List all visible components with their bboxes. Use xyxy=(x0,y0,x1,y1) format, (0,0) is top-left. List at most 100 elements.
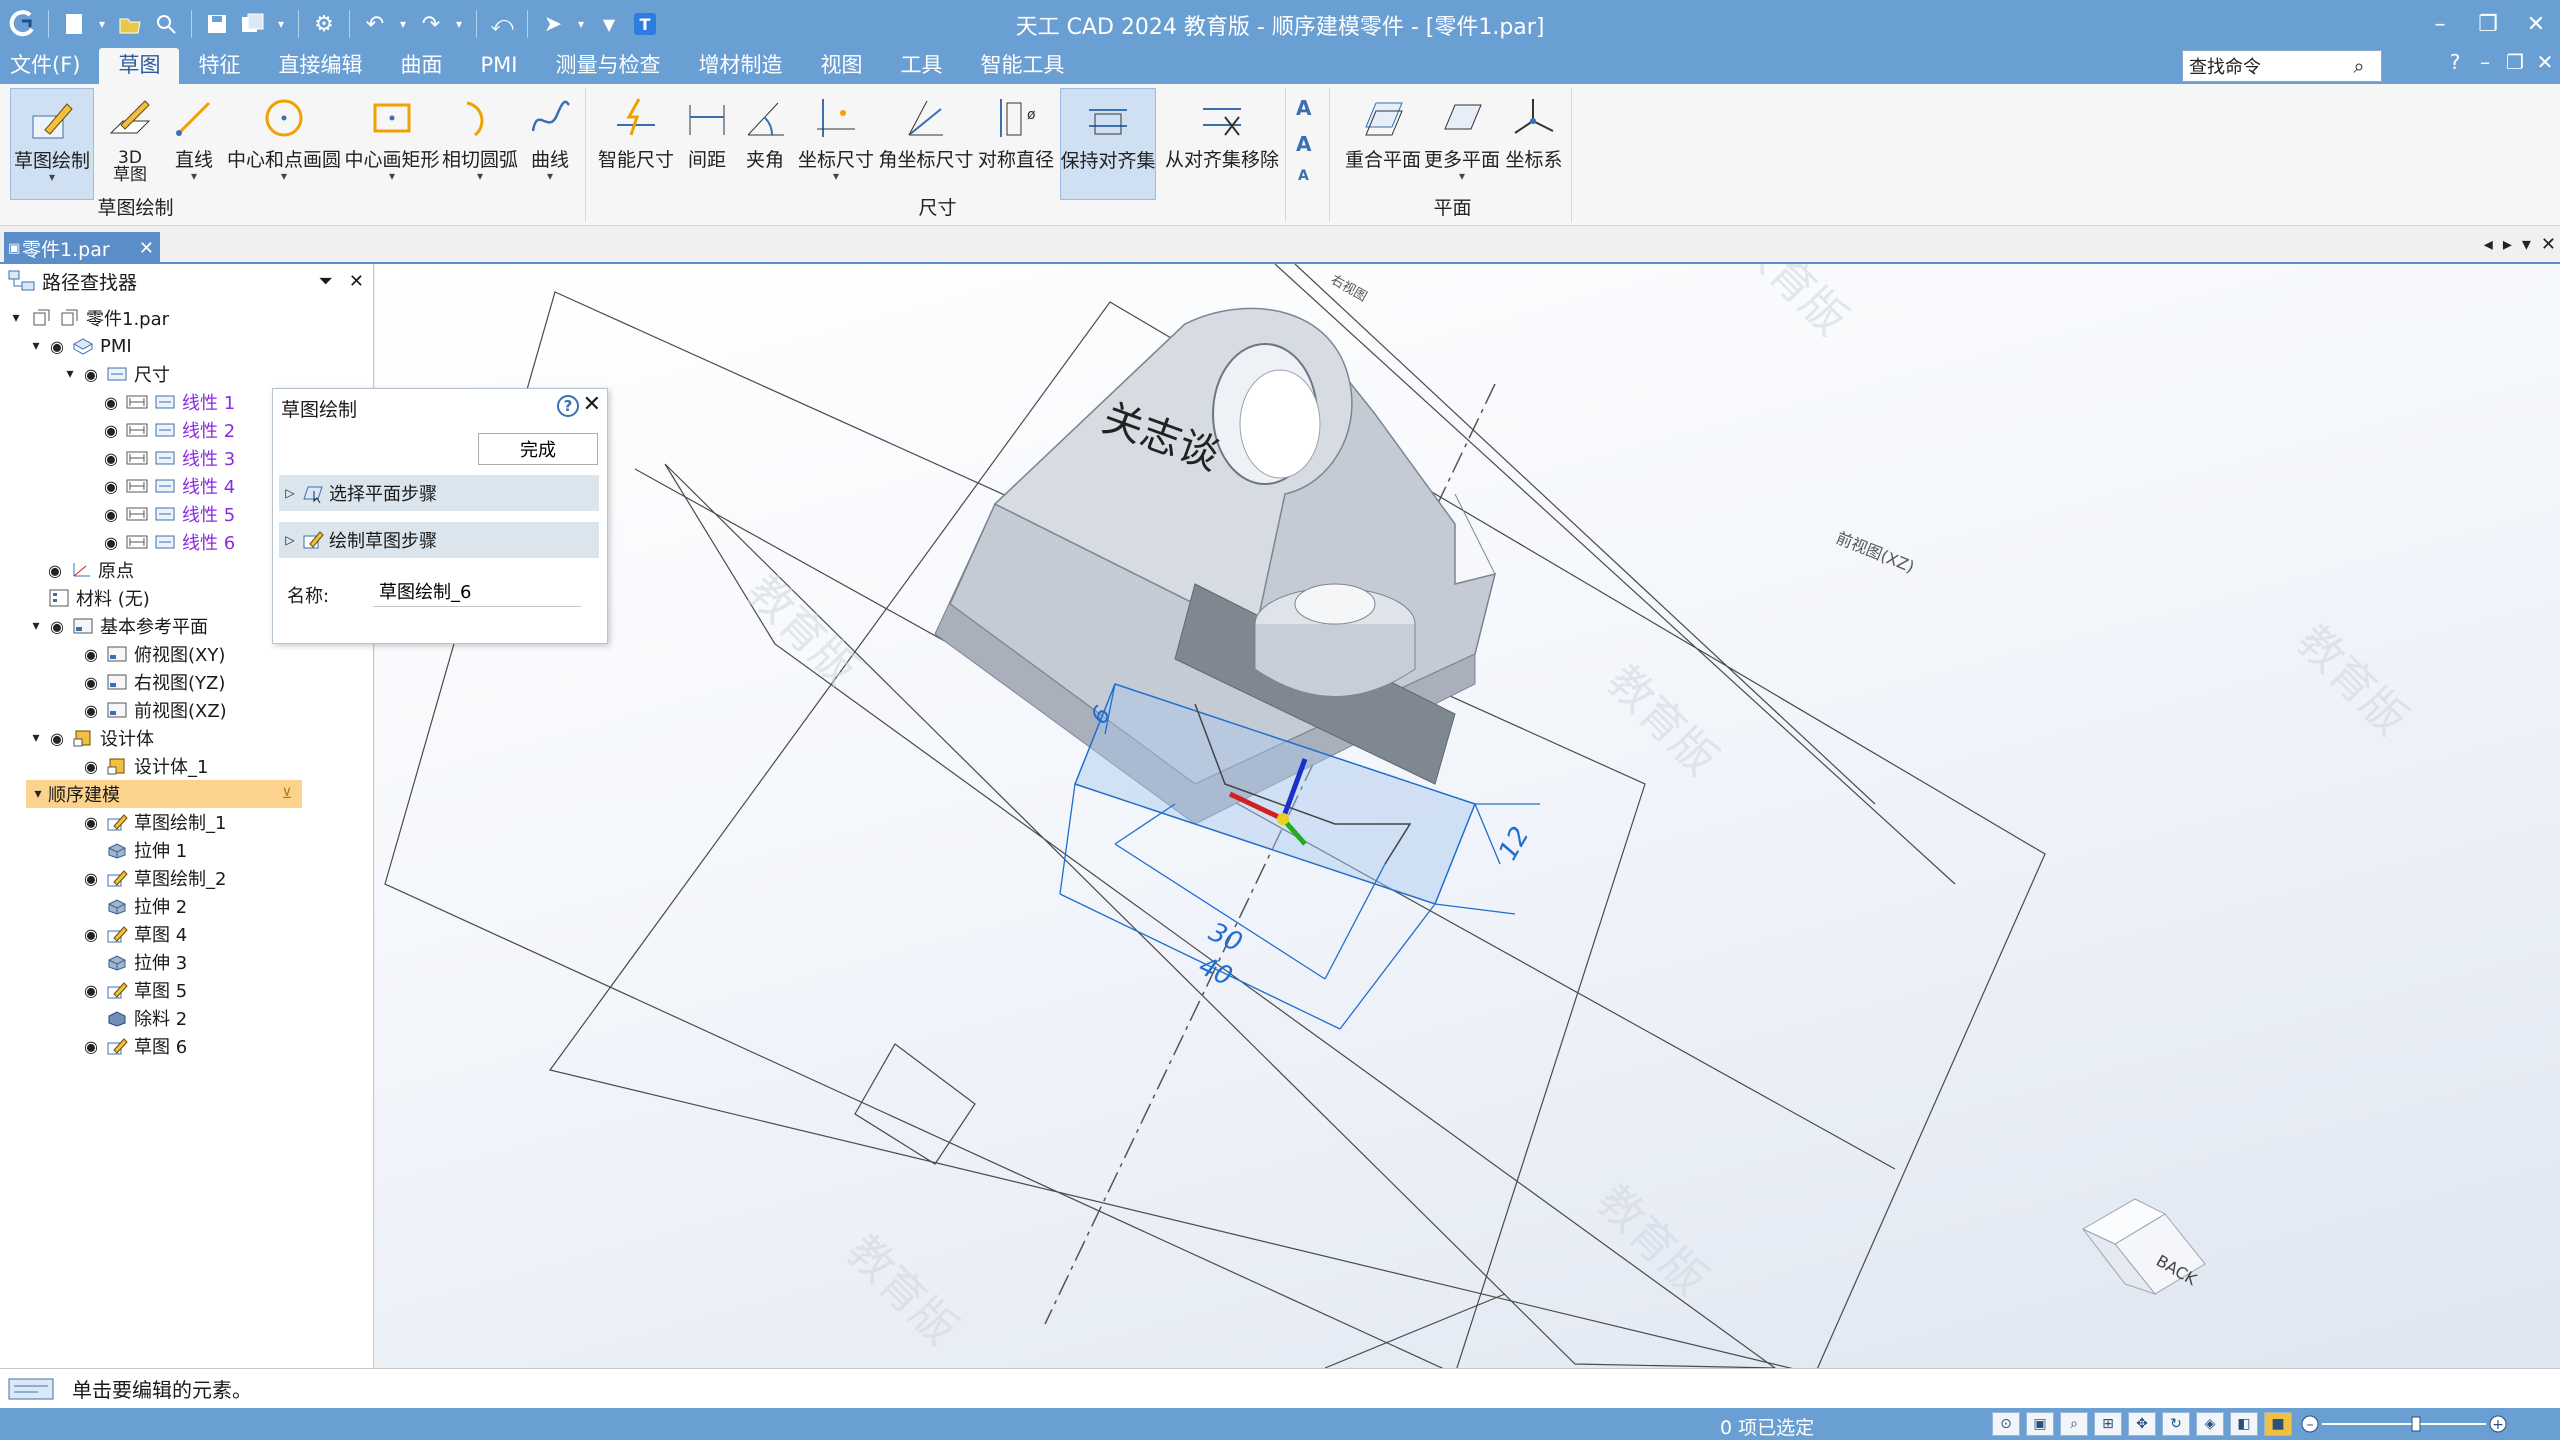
center-point-circle-button[interactable]: 中心和点画圆 ▾ xyxy=(227,88,341,200)
rotate-icon[interactable]: ↻ xyxy=(2162,1412,2190,1436)
visibility-eye-icon[interactable]: ◉ xyxy=(80,925,102,944)
3d-sketch-button[interactable]: 3D 草图 xyxy=(100,88,160,200)
expand-toggle-icon[interactable]: ▾ xyxy=(28,786,48,802)
visibility-eye-icon[interactable]: ◉ xyxy=(46,337,68,356)
visibility-eye-icon[interactable]: ◉ xyxy=(46,729,68,748)
text-small-icon[interactable]: A xyxy=(1298,168,1309,184)
close-all-icon[interactable]: ✕ xyxy=(2541,234,2556,255)
filter-icon[interactable]: ⏷ xyxy=(319,271,333,292)
tree-item-extrude-1[interactable]: 拉伸 1 xyxy=(102,836,187,864)
tab-surface[interactable]: 曲面 xyxy=(381,48,461,84)
close-icon[interactable]: ✕ xyxy=(2512,0,2560,48)
tab-additive[interactable]: 增材制造 xyxy=(679,48,801,84)
dropdown-arrow-icon[interactable]: ▾ xyxy=(833,170,839,182)
minimize-icon[interactable]: – xyxy=(2416,0,2464,48)
fit-icon[interactable]: ⊞ xyxy=(2094,1412,2122,1436)
visibility-eye-icon[interactable]: ◉ xyxy=(80,673,102,692)
tangent-arc-button[interactable]: 相切圆弧 ▾ xyxy=(442,88,518,200)
tree-item-linear-3[interactable]: ◉ 线性 3 xyxy=(100,444,235,472)
tree-item-front-view[interactable]: ◉ 前视图(XZ) xyxy=(80,696,227,724)
menu-file[interactable]: 文件(F) xyxy=(0,48,99,84)
dropdown-arrow-icon[interactable]: ▾ xyxy=(396,9,410,39)
expand-toggle-icon[interactable]: ▾ xyxy=(26,618,46,634)
more-planes-button[interactable]: 更多平面 ▾ xyxy=(1424,88,1500,200)
tree-item-sketch-6[interactable]: ◉ 草图 6 xyxy=(80,1032,187,1060)
done-button[interactable]: 完成 xyxy=(478,433,598,465)
back-icon[interactable]: ⤺ xyxy=(487,9,517,39)
dimension-12[interactable]: 12 xyxy=(1493,822,1536,866)
tree-item-base-planes[interactable]: ▾ ◉ 基本参考平面 xyxy=(26,612,208,640)
view-cube[interactable]: BACK xyxy=(2081,1198,2206,1296)
select-plane-step[interactable]: ▷ 选择平面步骤 xyxy=(279,475,599,511)
dimension-40[interactable]: 40 xyxy=(1194,951,1237,992)
dropdown-arrow-icon[interactable]: ▾ xyxy=(477,170,483,182)
tree-item-linear-5[interactable]: ◉ 线性 5 xyxy=(100,500,235,528)
visibility-eye-icon[interactable]: ◉ xyxy=(100,393,122,412)
render-style-icon[interactable]: ◧ xyxy=(2230,1412,2258,1436)
dropdown-arrow-icon[interactable]: ▾ xyxy=(452,9,466,39)
angle-button[interactable]: 夹角 xyxy=(740,88,790,200)
expand-toggle-icon[interactable]: ▾ xyxy=(60,366,80,382)
center-rectangle-button[interactable]: 中心画矩形 ▾ xyxy=(344,88,440,200)
restore-icon[interactable]: ❐ xyxy=(2464,0,2512,48)
find-icon[interactable] xyxy=(151,9,181,39)
save-icon[interactable] xyxy=(202,9,232,39)
dropdown-arrow-icon[interactable]: ▾ xyxy=(1459,170,1465,182)
visibility-eye-icon[interactable]: ◉ xyxy=(80,365,102,384)
coordinate-dimension-button[interactable]: 坐标尺寸 ▾ xyxy=(798,88,874,200)
doc-minimize-icon[interactable]: – xyxy=(2470,50,2500,74)
sketch-draw-button[interactable]: 草图绘制 ▾ xyxy=(10,88,94,200)
line-button[interactable]: 直线 ▾ xyxy=(164,88,224,200)
close-panel-icon[interactable]: ✕ xyxy=(349,271,364,292)
curve-button[interactable]: 曲线 ▾ xyxy=(520,88,580,200)
tree-item-linear-6[interactable]: ◉ 线性 6 xyxy=(100,528,235,556)
keep-alignment-set-button[interactable]: 保持对齐集 xyxy=(1060,88,1156,200)
coincident-plane-button[interactable]: 重合平面 xyxy=(1344,88,1422,200)
search-input[interactable] xyxy=(2183,52,2343,80)
settings-gear-icon[interactable]: ⚙ xyxy=(309,9,339,39)
color-style-icon[interactable]: ■ xyxy=(2264,1412,2292,1436)
visibility-eye-icon[interactable]: ◉ xyxy=(44,561,66,580)
redo-icon[interactable]: ↷ xyxy=(416,9,446,39)
prompt-bar-icon[interactable] xyxy=(6,1375,56,1403)
tab-smart-tools[interactable]: 智能工具 xyxy=(961,48,1083,84)
visibility-eye-icon[interactable]: ◉ xyxy=(80,645,102,664)
tree-item-part[interactable]: ▾ 零件1.par xyxy=(6,304,169,332)
view-fit-icon[interactable]: ⊙ xyxy=(1992,1412,2020,1436)
tree-item-extrude-3[interactable]: 拉伸 3 xyxy=(102,948,187,976)
dropdown-arrow-icon[interactable]: ▾ xyxy=(95,9,109,39)
tree-item-origin[interactable]: ◉ 原点 xyxy=(44,556,134,584)
dropdown-arrow-icon[interactable]: ▾ xyxy=(389,170,395,182)
smart-dimension-button[interactable]: 智能尺寸 xyxy=(596,88,676,200)
distance-button[interactable]: 间距 xyxy=(682,88,732,200)
expand-toggle-icon[interactable]: ▾ xyxy=(26,730,46,746)
visibility-eye-icon[interactable]: ◉ xyxy=(100,449,122,468)
expand-toggle-icon[interactable]: ▾ xyxy=(6,310,26,326)
save-all-icon[interactable] xyxy=(238,9,268,39)
expand-icon[interactable]: ▷ xyxy=(279,486,301,500)
new-file-icon[interactable] xyxy=(59,9,89,39)
tab-tools[interactable]: 工具 xyxy=(881,48,961,84)
visibility-eye-icon[interactable]: ◉ xyxy=(80,981,102,1000)
symmetric-diameter-button[interactable]: ø 对称直径 xyxy=(978,88,1054,200)
tree-item-sketch-1[interactable]: ◉ 草图绘制_1 xyxy=(80,808,226,836)
text-tool-icon[interactable]: T xyxy=(630,9,660,39)
tree-item-linear-2[interactable]: ◉ 线性 2 xyxy=(100,416,235,444)
tree-item-extrude-2[interactable]: 拉伸 2 xyxy=(102,892,187,920)
draw-sketch-step[interactable]: ▷ 绘制草图步骤 xyxy=(279,522,599,558)
text-style-icon[interactable]: A xyxy=(1296,96,1311,120)
tree-item-design-body-1[interactable]: ◉ 设计体_1 xyxy=(80,752,208,780)
doc-restore-icon[interactable]: ❐ xyxy=(2500,50,2530,74)
tab-features[interactable]: 特征 xyxy=(179,48,259,84)
zoom-slider[interactable]: – + xyxy=(2300,1414,2510,1434)
tree-item-pmi[interactable]: ▾ ◉ PMI xyxy=(26,332,131,360)
tree-item-linear-4[interactable]: ◉ 线性 4 xyxy=(100,472,235,500)
tree-item-design-body[interactable]: ▾ ◉ 设计体 xyxy=(26,724,154,752)
dropdown-arrow-icon[interactable]: ▾ xyxy=(191,170,197,182)
visibility-eye-icon[interactable]: ◉ xyxy=(80,757,102,776)
collapse-box-icon[interactable]: ⊻ xyxy=(282,786,292,802)
dropdown-arrow-icon[interactable]: ▾ xyxy=(281,170,287,182)
visibility-eye-icon[interactable]: ◉ xyxy=(80,813,102,832)
open-file-icon[interactable] xyxy=(115,9,145,39)
expand-icon[interactable]: ▷ xyxy=(279,533,301,547)
